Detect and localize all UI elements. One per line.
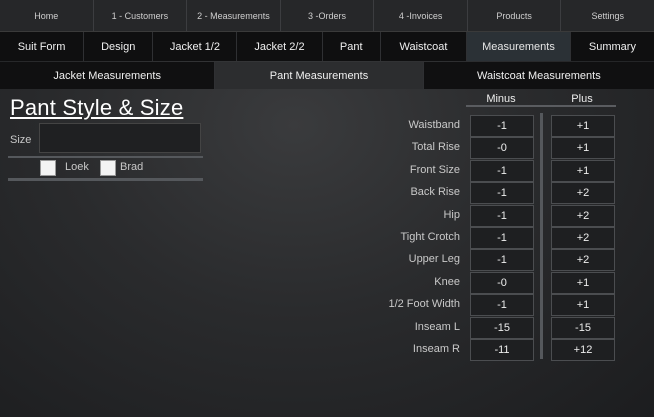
- plus-field[interactable]: +12: [551, 339, 615, 361]
- row-label: Front Size: [409, 164, 460, 176]
- nav-invoices[interactable]: 4 -Invoices: [374, 0, 468, 31]
- plus-field[interactable]: +1: [551, 137, 615, 159]
- tab-jacket-measurements[interactable]: Jacket Measurements: [0, 62, 216, 89]
- tab-waistcoat-measurements[interactable]: Waistcoat Measurements: [423, 62, 654, 89]
- tab-summary[interactable]: Summary: [570, 32, 654, 61]
- nav-measurements[interactable]: 2 - Measurements: [187, 0, 281, 31]
- row-label: Tight Crotch: [400, 231, 460, 243]
- row-label: Upper Leg: [408, 253, 460, 265]
- tab-pant[interactable]: Pant: [322, 32, 381, 61]
- size-input[interactable]: [39, 123, 201, 153]
- row-label: Inseam R: [412, 343, 460, 355]
- row-label: Back Rise: [410, 186, 460, 198]
- plus-field[interactable]: +2: [551, 205, 615, 227]
- divider: [8, 178, 203, 181]
- brad-checkbox[interactable]: [100, 160, 116, 176]
- row-label: Waistband: [408, 119, 460, 131]
- nav-products[interactable]: Products: [468, 0, 562, 31]
- minus-field[interactable]: -0: [470, 272, 534, 294]
- minus-field[interactable]: -1: [470, 115, 534, 137]
- divider: [8, 156, 203, 158]
- tab-waistcoat[interactable]: Waistcoat: [380, 32, 467, 61]
- minus-header: Minus: [486, 93, 516, 105]
- row-label: 1/2 Foot Width: [388, 298, 460, 310]
- top-nav: Home 1 - Customers 2 - Measurements 3 -O…: [0, 0, 654, 32]
- plus-field[interactable]: -15: [551, 317, 615, 339]
- nav-orders[interactable]: 3 -Orders: [281, 0, 375, 31]
- tab-design[interactable]: Design: [84, 32, 154, 61]
- row-label: Hip: [443, 209, 460, 221]
- page-title: Pant Style & Size: [10, 95, 184, 120]
- tab-measurements[interactable]: Measurements: [467, 32, 571, 61]
- row-label: Knee: [434, 276, 460, 288]
- minus-field[interactable]: -1: [470, 249, 534, 271]
- plus-field[interactable]: +2: [551, 227, 615, 249]
- nav-home[interactable]: Home: [0, 0, 94, 31]
- row-label: Inseam L: [414, 321, 460, 333]
- tab-pant-measurements[interactable]: Pant Measurements: [215, 62, 424, 89]
- plus-field[interactable]: +1: [551, 160, 615, 182]
- plus-field[interactable]: +1: [551, 115, 615, 137]
- nav-customers[interactable]: 1 - Customers: [94, 0, 188, 31]
- minus-field[interactable]: -1: [470, 227, 534, 249]
- minus-field[interactable]: -1: [470, 294, 534, 316]
- minus-field[interactable]: -15: [470, 317, 534, 339]
- nav-settings[interactable]: Settings: [561, 0, 654, 31]
- plus-field[interactable]: +2: [551, 249, 615, 271]
- minus-field[interactable]: -1: [470, 182, 534, 204]
- minus-field[interactable]: -0: [470, 137, 534, 159]
- plus-field[interactable]: +1: [551, 272, 615, 294]
- minus-field[interactable]: -1: [470, 160, 534, 182]
- brad-label: Brad: [120, 161, 144, 173]
- loek-label: Loek: [65, 161, 89, 173]
- column-divider: [540, 113, 543, 359]
- suit-tabs: Suit Form Design Jacket 1/2 Jacket 2/2 P…: [0, 32, 654, 61]
- tab-suit-form[interactable]: Suit Form: [0, 32, 85, 61]
- plus-field[interactable]: +1: [551, 294, 615, 316]
- tab-jacket-1[interactable]: Jacket 1/2: [153, 32, 238, 61]
- minus-field[interactable]: -1: [470, 205, 534, 227]
- header-underline: [466, 105, 616, 107]
- row-label: Total Rise: [411, 141, 460, 153]
- loek-checkbox[interactable]: [40, 160, 56, 176]
- measurement-tabs: Jacket Measurements Pant Measurements Wa…: [0, 62, 654, 89]
- minus-field[interactable]: -11: [470, 339, 534, 361]
- tab-jacket-2[interactable]: Jacket 2/2: [237, 32, 323, 61]
- plus-header: Plus: [571, 93, 593, 105]
- plus-field[interactable]: +2: [551, 182, 615, 204]
- size-label: Size: [10, 134, 32, 146]
